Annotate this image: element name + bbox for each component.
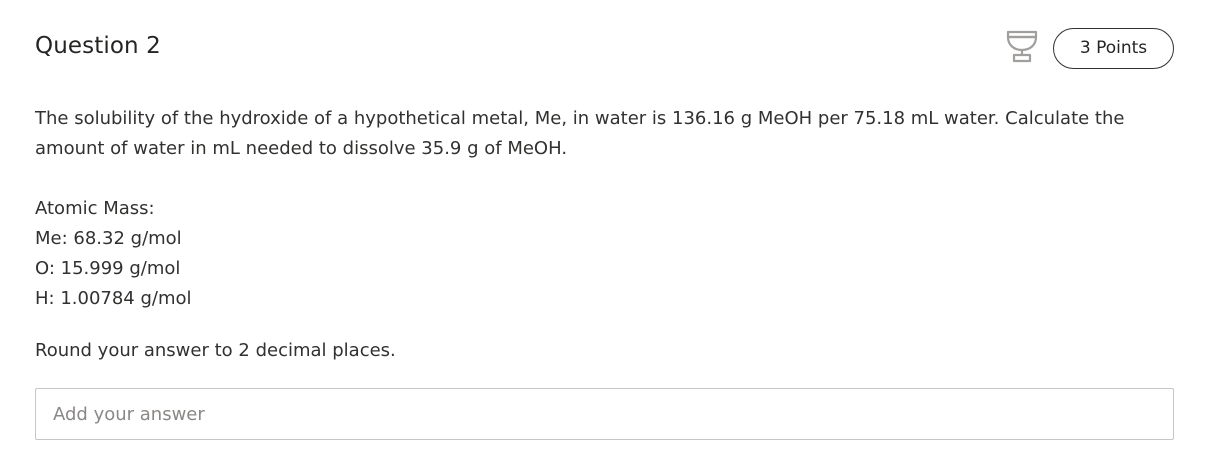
atomic-mass-block: Atomic Mass: Me: 68.32 g/mol O: 15.999 g… [35,194,192,314]
question-text: The solubility of the hydroxide of a hyp… [35,108,1125,159]
atomic-mass-line: H: 1.00784 g/mol [35,288,192,309]
atomic-mass-line: Me: 68.32 g/mol [35,228,182,249]
atomic-mass-line: O: 15.999 g/mol [35,258,181,279]
question-title: Question 2 [35,33,161,59]
trophy-icon [1003,28,1041,66]
question-card: Question 2 3 Points The solubility of th… [0,0,1225,465]
answer-input[interactable] [35,388,1174,440]
rounding-instruction: Round your answer to 2 decimal places. [35,340,396,361]
points-badge: 3 Points [1053,28,1174,69]
atomic-mass-heading: Atomic Mass: [35,198,155,219]
